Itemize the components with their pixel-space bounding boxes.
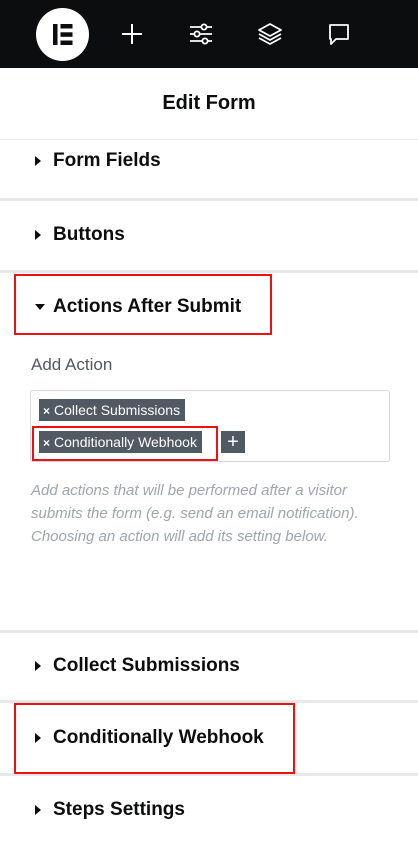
add-action-button[interactable]: +: [221, 431, 245, 453]
section-header-collect-submissions[interactable]: Collect Submissions: [0, 633, 418, 700]
section-header-conditionally-webhook[interactable]: Conditionally Webhook: [0, 703, 418, 773]
layers-icon[interactable]: [255, 19, 285, 49]
section-label: Form Fields: [53, 150, 161, 171]
caret-right-icon: [35, 230, 41, 240]
section-form-fields: Form Fields: [0, 140, 418, 201]
section-label: Buttons: [53, 224, 125, 245]
section-header-actions-after-submit[interactable]: Actions After Submit: [0, 273, 418, 341]
panel-header: Edit Form: [0, 68, 418, 140]
caret-right-icon: [35, 156, 41, 166]
add-action-label: Add Action: [31, 355, 113, 374]
section-header-form-fields[interactable]: Form Fields: [0, 140, 418, 198]
elementor-logo-icon[interactable]: [36, 8, 89, 61]
section-header-buttons[interactable]: Buttons: [0, 201, 418, 270]
tag-remove-button[interactable]: ×: [43, 436, 50, 450]
caret-right-icon: [35, 805, 41, 815]
tag-collect-submissions: × Collect Submissions: [39, 399, 186, 421]
section-label: Conditionally Webhook: [53, 727, 264, 748]
tag-label: Collect Submissions: [54, 402, 181, 418]
caret-right-icon: [35, 733, 41, 743]
caret-right-icon: [35, 661, 41, 671]
add-icon[interactable]: [117, 19, 147, 49]
section-collect-submissions: Collect Submissions: [0, 633, 418, 703]
section-label: Collect Submissions: [53, 655, 240, 676]
section-steps-settings: Steps Settings: [0, 776, 418, 843]
caret-down-icon: [35, 304, 45, 310]
settings-sliders-icon[interactable]: [186, 19, 216, 49]
section-label: Actions After Submit: [53, 296, 242, 317]
add-action-help-text: Add actions that will be performed after…: [31, 482, 359, 545]
comments-icon[interactable]: [324, 19, 354, 49]
tag-remove-button[interactable]: ×: [43, 404, 50, 418]
top-toolbar: [0, 0, 418, 68]
section-header-steps-settings[interactable]: Steps Settings: [0, 776, 418, 843]
section-conditionally-webhook: Conditionally Webhook: [0, 703, 418, 776]
tag-label: Conditionally Webhook: [54, 434, 197, 450]
section-label: Steps Settings: [53, 799, 185, 820]
add-action-select[interactable]: × Collect Submissions × Conditionally Webh…: [30, 390, 390, 462]
tag-conditionally-webhook: × Conditionally Webhook: [39, 431, 202, 453]
page-title: Edit Form: [162, 92, 256, 114]
section-buttons: Buttons: [0, 201, 418, 273]
